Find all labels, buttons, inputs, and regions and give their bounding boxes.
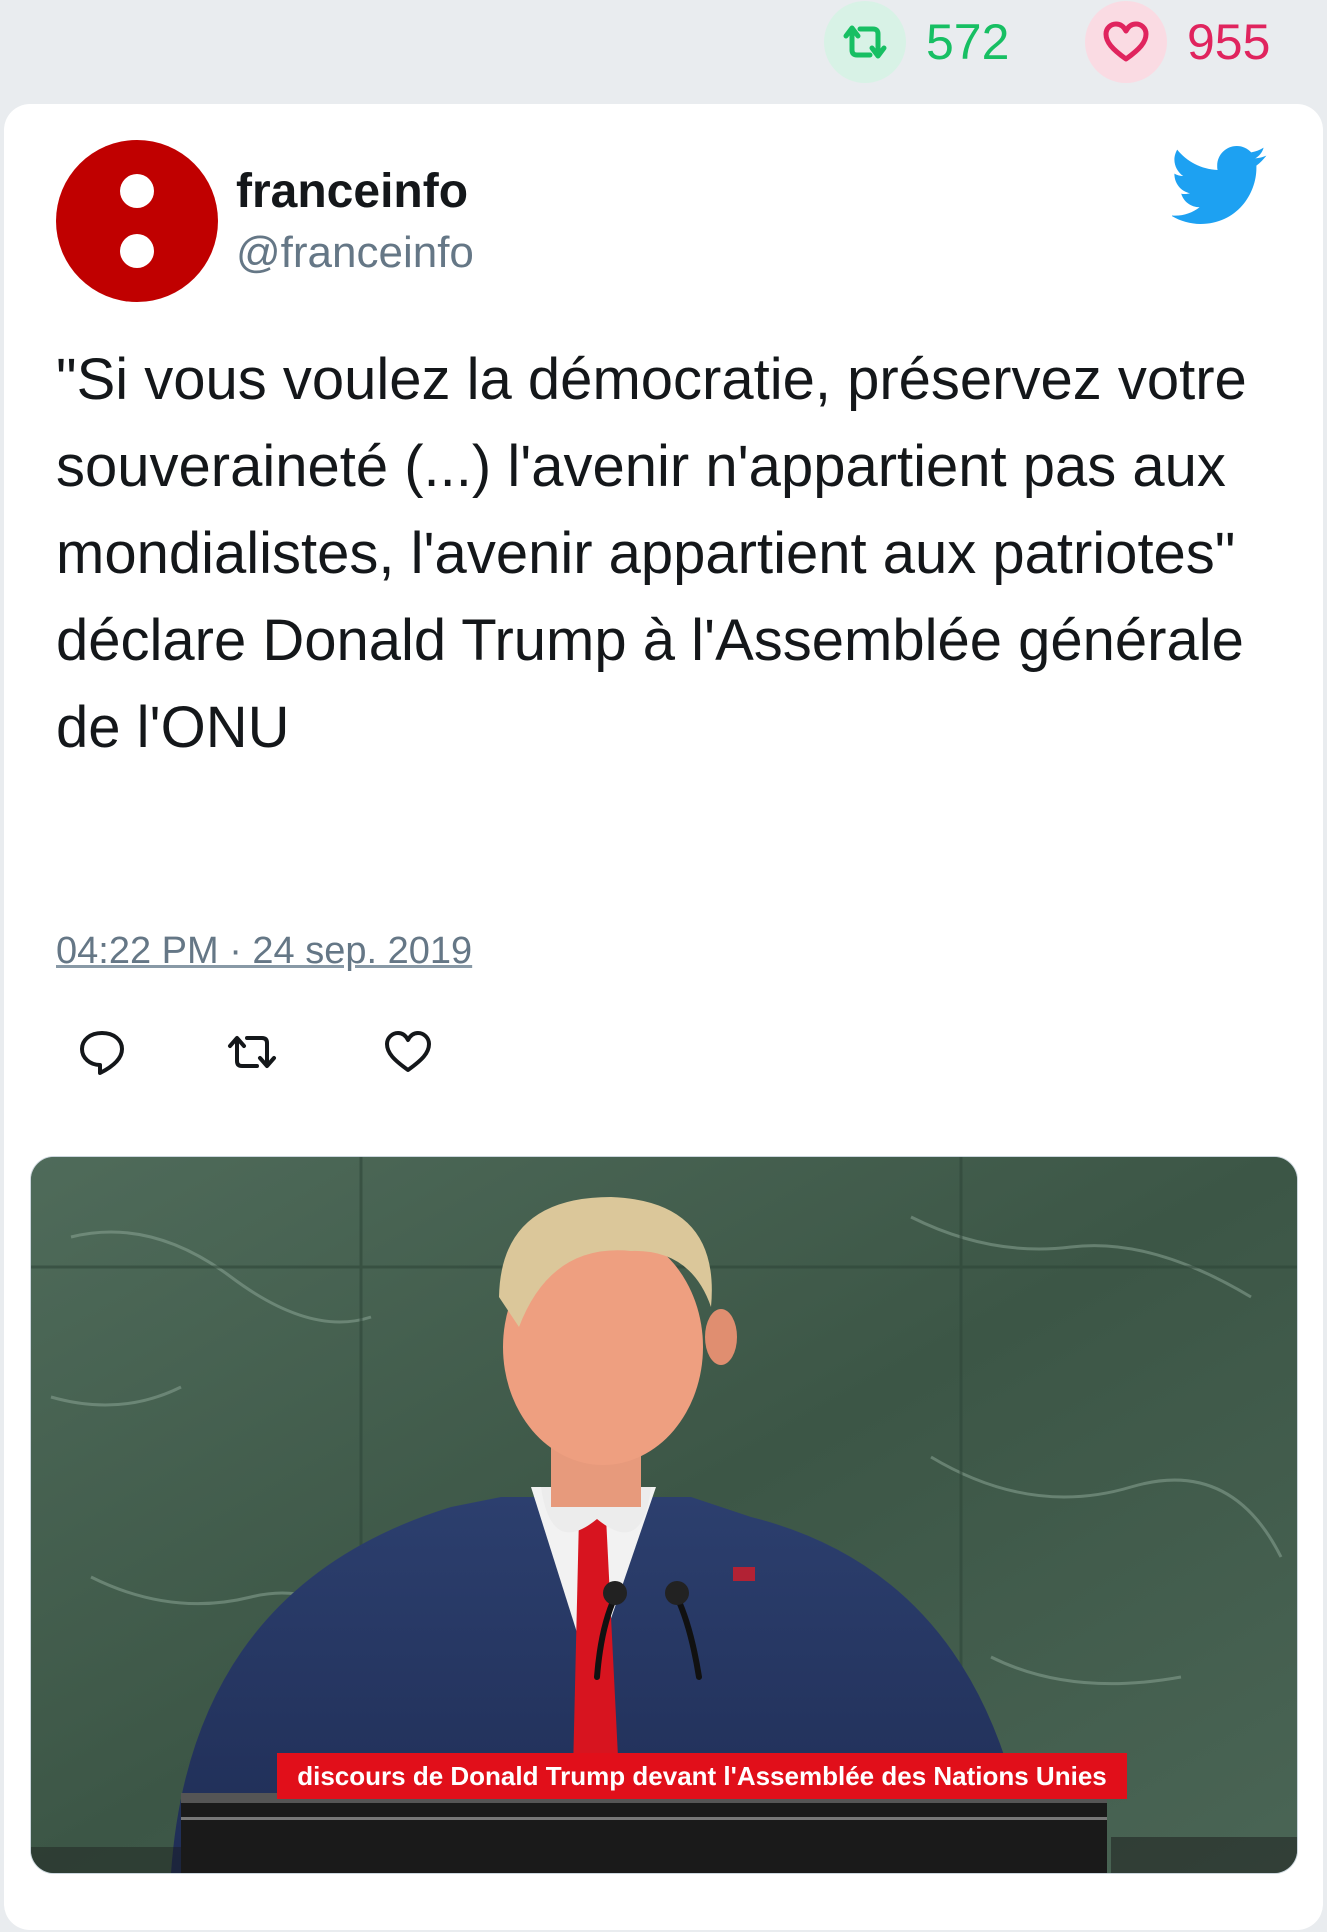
retweet-icon[interactable]: [824, 1, 906, 83]
like-stat[interactable]: 955: [1085, 0, 1270, 84]
tweet-media[interactable]: discours de Donald Trump devant l'Assemb…: [30, 1156, 1298, 1874]
author-name[interactable]: franceinfo: [236, 164, 468, 219]
tweet-timestamp[interactable]: 04:22 PM · 24 sep. 2019: [56, 930, 472, 973]
engagement-stats: 572 955: [0, 0, 1327, 100]
retweet-action-icon: [228, 1036, 276, 1068]
like-button[interactable]: [378, 1022, 438, 1082]
heart-icon[interactable]: [1085, 1, 1167, 83]
twitter-bird-icon: [1172, 146, 1267, 224]
avatar[interactable]: [56, 140, 218, 302]
avatar-dot: [120, 234, 154, 268]
retweet-stat[interactable]: 572: [824, 0, 1009, 84]
like-count: 955: [1187, 14, 1271, 70]
reply-icon: [80, 1031, 124, 1075]
retweet-count: 572: [926, 14, 1010, 70]
retweet-button[interactable]: [222, 1022, 282, 1082]
reply-button[interactable]: [72, 1022, 132, 1082]
video-caption: discours de Donald Trump devant l'Assemb…: [277, 1753, 1127, 1799]
like-action-icon: [385, 1031, 431, 1072]
tweet-text: "Si vous voulez la démocratie, préservez…: [56, 347, 1247, 760]
author-handle[interactable]: @franceinfo: [236, 228, 474, 278]
tweet-card: franceinfo @franceinfo "Si vous voulez l…: [4, 104, 1323, 1930]
avatar-dot: [120, 174, 154, 208]
